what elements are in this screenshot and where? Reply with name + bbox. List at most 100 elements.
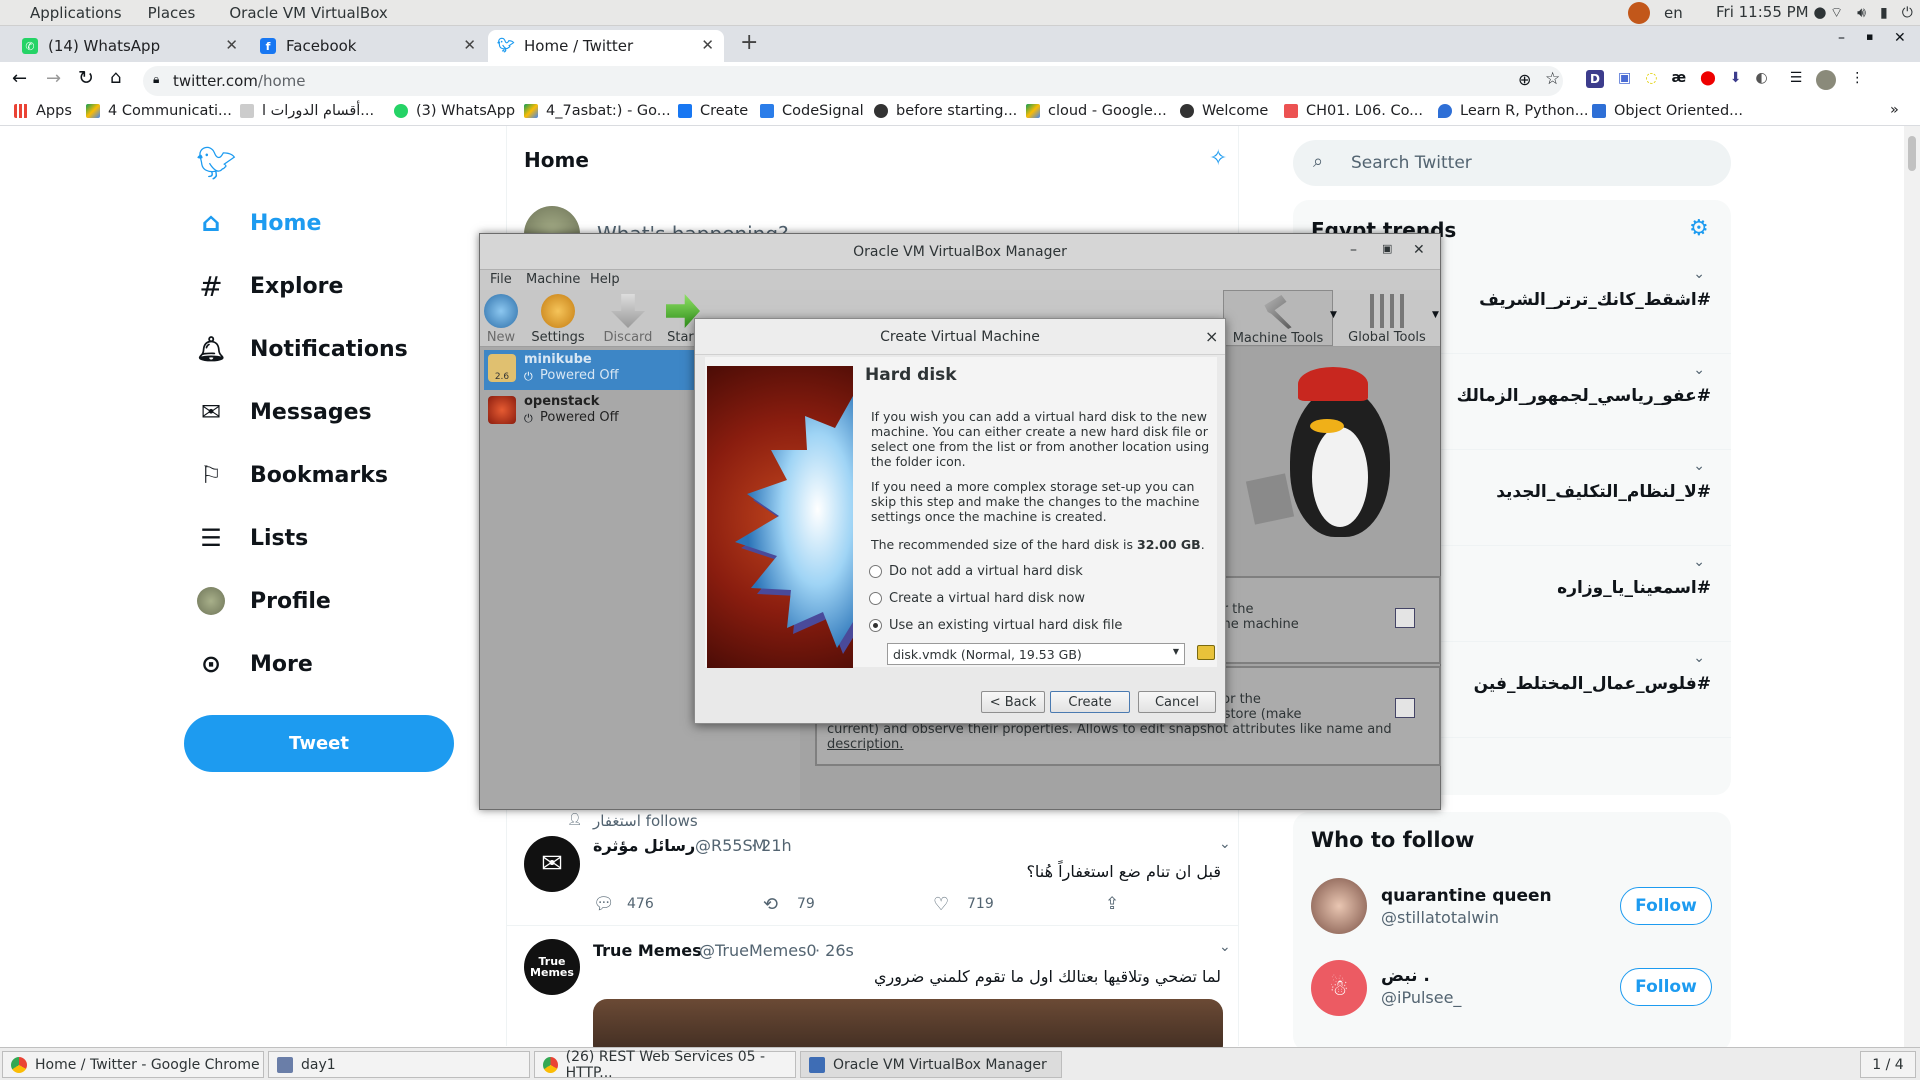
close-tab-icon[interactable]: ✕	[701, 36, 714, 54]
address-bar[interactable]: 🔒︎ twitter.com/home ⊕ ☆	[143, 66, 1563, 96]
more-bookmarks-icon[interactable]: »	[1890, 102, 1899, 118]
menu-file[interactable]: File	[490, 272, 512, 287]
nav-notifications[interactable]: 🔔︎ Notifications	[196, 334, 408, 364]
dropdown-arrow-icon[interactable]: ▼	[1330, 310, 1337, 320]
nav-profile[interactable]: Profile	[196, 586, 331, 616]
discard-button[interactable]: Discard	[598, 294, 658, 345]
suggestion-avatar[interactable]	[1311, 878, 1367, 934]
bookmark-item[interactable]: CH01. L06. Co...	[1284, 103, 1423, 119]
bookmark-item[interactable]: Learn R, Python...	[1438, 103, 1589, 119]
create-button[interactable]: Create	[1050, 691, 1130, 713]
menu-help[interactable]: Help	[590, 272, 620, 287]
extension-translate-icon[interactable]: ▣	[1618, 70, 1631, 90]
maximize-window-icon[interactable]: ▪	[1866, 30, 1873, 43]
tab-whatsapp[interactable]: ✆ (14) WhatsApp ✕	[12, 30, 248, 62]
close-window-icon[interactable]: ✕	[1894, 30, 1906, 46]
active-app-menu[interactable]: Oracle VM VirtualBox	[229, 4, 387, 22]
nav-bookmarks[interactable]: ⚐ Bookmarks	[196, 460, 388, 490]
tweet-time[interactable]: · 26s	[815, 941, 854, 960]
extension-ae-icon[interactable]: æ	[1671, 70, 1686, 90]
tweet-time[interactable]: · 21h	[751, 836, 792, 855]
page-scrollbar[interactable]	[1904, 126, 1920, 1047]
clock[interactable]: Fri 11:55 PM ●	[1716, 3, 1826, 21]
forward-icon[interactable]: →	[46, 68, 61, 89]
suggestion-name[interactable]: quarantine queen	[1381, 886, 1552, 906]
minimize-window-icon[interactable]: –	[1838, 30, 1845, 46]
radio-circle-selected[interactable]	[869, 619, 882, 632]
dropdown-arrow-icon[interactable]: ▼	[1432, 310, 1439, 320]
extension-opera-icon[interactable]: ⬤	[1700, 70, 1716, 90]
disk-select-dropdown[interactable]: disk.vmdk (Normal, 19.53 GB) ▼	[887, 643, 1185, 665]
task-day1[interactable]: day1	[268, 1051, 530, 1078]
reply-icon[interactable]: 💬︎	[593, 894, 615, 914]
radio-create-disk[interactable]: Create a virtual hard disk now	[869, 591, 1085, 606]
tweet-caret-icon[interactable]: ⌄	[1219, 939, 1231, 955]
task-chrome-twitter[interactable]: Home / Twitter - Google Chrome	[2, 1051, 264, 1078]
extension-circle-icon[interactable]: ◌	[1645, 70, 1657, 90]
home-icon[interactable]: ⌂	[110, 67, 121, 88]
follow-button[interactable]: Follow	[1620, 968, 1712, 1006]
close-icon[interactable]: ✕	[1413, 242, 1425, 258]
tweet-button[interactable]: Tweet	[184, 715, 454, 772]
bookmark-item[interactable]: (3) WhatsApp	[394, 103, 515, 119]
close-tab-icon[interactable]: ✕	[225, 36, 238, 54]
bookmark-item[interactable]: أقسام الدورات ا...	[240, 103, 374, 119]
chevron-down-icon[interactable]: ⌄	[1693, 554, 1705, 570]
tab-facebook[interactable]: f Facebook ✕	[250, 30, 486, 62]
tweet-handle[interactable]: @TrueMemes0	[699, 941, 817, 960]
bookmark-apps[interactable]: Apps	[14, 103, 72, 119]
retweet-icon[interactable]: ⟲	[763, 894, 778, 915]
dialog-titlebar[interactable]: Create Virtual Machine ×	[695, 319, 1225, 355]
browser-menu-icon[interactable]: ⋮	[1850, 70, 1864, 90]
tweet-media[interactable]	[593, 999, 1223, 1047]
back-button[interactable]: < Back	[981, 691, 1045, 713]
tweet-caret-icon[interactable]: ⌄	[1219, 836, 1231, 852]
global-tools-button[interactable]: Global Tools	[1342, 294, 1432, 345]
task-virtualbox[interactable]: Oracle VM VirtualBox Manager	[800, 1051, 1062, 1078]
settings-gear-icon[interactable]: ⚙	[1689, 216, 1709, 241]
volume-icon[interactable]: 🔊︎	[1857, 5, 1866, 21]
suggestion-name[interactable]: نبض .	[1381, 966, 1430, 986]
scrollbar-thumb[interactable]	[1908, 136, 1916, 171]
tweet-card[interactable]: True Memes True Memes @TrueMemes0 · 26s …	[507, 927, 1238, 1047]
language-indicator[interactable]: en	[1664, 4, 1683, 22]
profile-avatar-icon[interactable]	[1816, 70, 1837, 90]
battery-icon[interactable]: ▮	[1880, 5, 1888, 21]
chevron-down-icon[interactable]: ⌄	[1693, 362, 1705, 378]
radio-no-disk[interactable]: Do not add a virtual hard disk	[869, 564, 1083, 579]
bookmark-item[interactable]: before starting...	[874, 103, 1017, 119]
extension-download-icon[interactable]: ⬇	[1730, 70, 1742, 90]
settings-button[interactable]: Settings	[528, 294, 588, 345]
chevron-down-icon[interactable]: ⌄	[1693, 266, 1705, 282]
close-icon[interactable]: ×	[1205, 327, 1218, 346]
workspace-switcher[interactable]: 1 / 4	[1860, 1051, 1916, 1078]
extension-d-icon[interactable]: D	[1586, 70, 1604, 88]
nav-lists[interactable]: ☰ Lists	[196, 523, 308, 553]
minimize-icon[interactable]: –	[1350, 242, 1357, 258]
radio-circle[interactable]	[869, 565, 882, 578]
tab-twitter[interactable]: 🐦︎ Home / Twitter ✕	[488, 30, 724, 62]
vbox-titlebar[interactable]: Oracle VM VirtualBox Manager – ▣ ✕	[480, 234, 1440, 270]
search-input[interactable]: ⌕ Search Twitter	[1293, 140, 1731, 186]
menu-machine[interactable]: Machine	[526, 272, 580, 287]
share-icon[interactable]: ⇪	[1105, 894, 1119, 914]
new-tab-icon[interactable]: +	[740, 30, 758, 55]
new-button[interactable]: New	[484, 294, 518, 345]
tweet-avatar[interactable]: ✉	[524, 836, 580, 892]
applications-menu[interactable]: Applications	[30, 4, 122, 22]
install-icon[interactable]: ⊕	[1518, 70, 1531, 89]
bookmark-item[interactable]: 4 Communicati...	[86, 103, 232, 119]
tweet-author-name[interactable]: True Memes	[593, 941, 702, 960]
back-icon[interactable]: ←	[12, 68, 27, 89]
nav-messages[interactable]: ✉ Messages	[196, 397, 372, 427]
cancel-button[interactable]: Cancel	[1138, 691, 1216, 713]
bookmark-item[interactable]: Create	[678, 103, 748, 119]
like-icon[interactable]: ♡	[933, 894, 949, 915]
details-icon[interactable]	[1395, 608, 1415, 628]
twitter-logo-icon[interactable]: 🐦︎	[196, 144, 237, 182]
radio-circle[interactable]	[869, 592, 882, 605]
sparkle-icon[interactable]: ✧	[1209, 146, 1227, 171]
nav-home[interactable]: ⌂ Home	[196, 208, 322, 238]
tweet-card[interactable]: 👤︎ استغفار follows ✉ رسائل مؤثرة @R55SM …	[507, 806, 1238, 926]
maximize-icon[interactable]: ▣	[1382, 242, 1392, 255]
